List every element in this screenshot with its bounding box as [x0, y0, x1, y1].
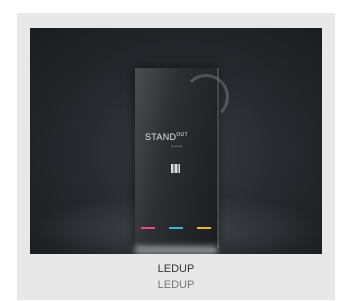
product-card[interactable]: STANDOUT by ledup LEDUP LEDUP	[17, 13, 335, 300]
totem-tagline: by ledup	[171, 144, 183, 148]
totem-icons	[141, 218, 211, 232]
qr-code-icon	[171, 164, 180, 173]
product-subtitle: LEDUP	[157, 279, 195, 291]
arc-graphic	[183, 74, 229, 120]
pink-line-icon	[141, 221, 155, 229]
product-title[interactable]: LEDUP	[17, 263, 335, 275]
yellow-line-icon	[197, 221, 211, 229]
product-image[interactable]: STANDOUT by ledup	[30, 28, 322, 254]
totem-display: STANDOUT by ledup	[135, 68, 229, 248]
totem-logo: STANDOUT	[145, 132, 188, 142]
blue-line-icon	[169, 221, 183, 229]
led-glow	[135, 246, 217, 254]
